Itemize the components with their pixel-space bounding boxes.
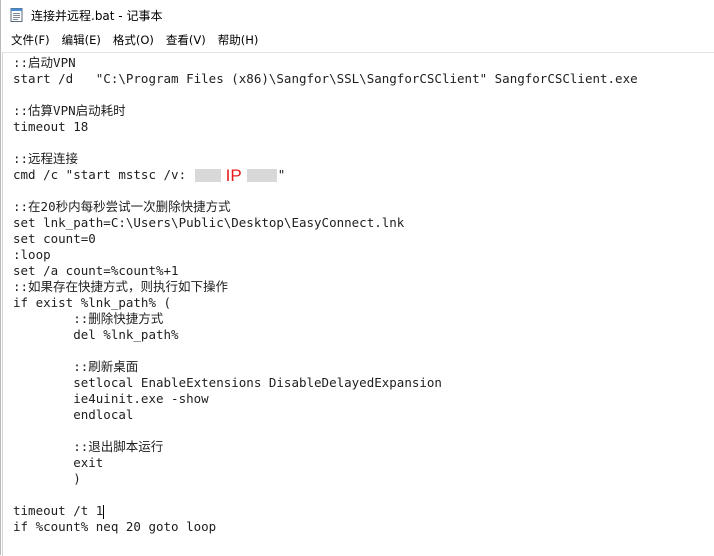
mstsc-command-suffix: " xyxy=(277,167,286,182)
code-line: ::如果存在快捷方式，则执行如下操作 xyxy=(13,279,229,294)
notepad-window: 连接并远程.bat - 记事本 文件(F) 编辑(E) 格式(O) 查看(V) … xyxy=(0,0,714,556)
text-caret xyxy=(103,504,105,519)
menu-format[interactable]: 格式(O) xyxy=(107,31,160,49)
redacted-block xyxy=(194,169,221,182)
menu-view[interactable]: 查看(V) xyxy=(160,31,212,49)
code-line: start /d "C:\Program Files (x86)\Sangfor… xyxy=(13,71,638,86)
menu-edit[interactable]: 编辑(E) xyxy=(56,31,107,49)
text-editor-area[interactable]: ::启动VPN start /d "C:\Program Files (x86)\… xyxy=(2,52,714,556)
code-line: endlocal xyxy=(13,407,134,422)
redacted-block xyxy=(246,169,277,182)
timeout-line-text: timeout /t 1 xyxy=(13,503,104,518)
code-line: ::在20秒内每秒尝试一次删除快捷方式 xyxy=(13,199,231,214)
code-line: if %count% neq 20 goto loop xyxy=(13,519,217,534)
menu-bar: 文件(F) 编辑(E) 格式(O) 查看(V) 帮助(H) xyxy=(1,30,714,50)
code-line: ::启动VPN xyxy=(13,55,76,70)
mstsc-command-prefix: cmd /c "start mstsc /v: xyxy=(13,167,194,182)
window-title: 连接并远程.bat - 记事本 xyxy=(31,8,163,23)
code-line: del %lnk_path% xyxy=(13,327,179,342)
title-bar[interactable]: 连接并远程.bat - 记事本 xyxy=(1,0,714,30)
editor-content: ::启动VPN start /d "C:\Program Files (x86)\… xyxy=(3,53,714,535)
code-line: set /a count=%count%+1 xyxy=(13,263,179,278)
code-line: if exist %lnk_path% ( xyxy=(13,295,172,310)
notepad-icon xyxy=(9,7,25,23)
menu-file[interactable]: 文件(F) xyxy=(5,31,56,49)
menu-help[interactable]: 帮助(H) xyxy=(212,31,265,49)
code-line: exit xyxy=(13,455,104,470)
code-line: :loop xyxy=(13,247,51,262)
code-line: ::退出脚本运行 xyxy=(13,439,164,454)
caret-code-line: timeout /t 1 xyxy=(13,503,714,519)
ip-placeholder-label: IP xyxy=(225,165,242,185)
code-line: ie4uinit.exe -show xyxy=(13,391,209,406)
mstsc-code-line: cmd /c "start mstsc /v: IP " xyxy=(13,165,714,185)
code-line: set count=0 xyxy=(13,231,96,246)
code-line: set lnk_path=C:\Users\Public\Desktop\Eas… xyxy=(13,215,405,230)
code-line: timeout 18 xyxy=(13,119,89,134)
code-line: ) xyxy=(13,471,81,486)
code-line: ::删除快捷方式 xyxy=(13,311,164,326)
code-line: ::刷新桌面 xyxy=(13,359,139,374)
code-line: ::估算VPN启动耗时 xyxy=(13,103,126,118)
code-line: ::远程连接 xyxy=(13,151,79,166)
code-line: setlocal EnableExtensions DisableDelayed… xyxy=(13,375,442,390)
